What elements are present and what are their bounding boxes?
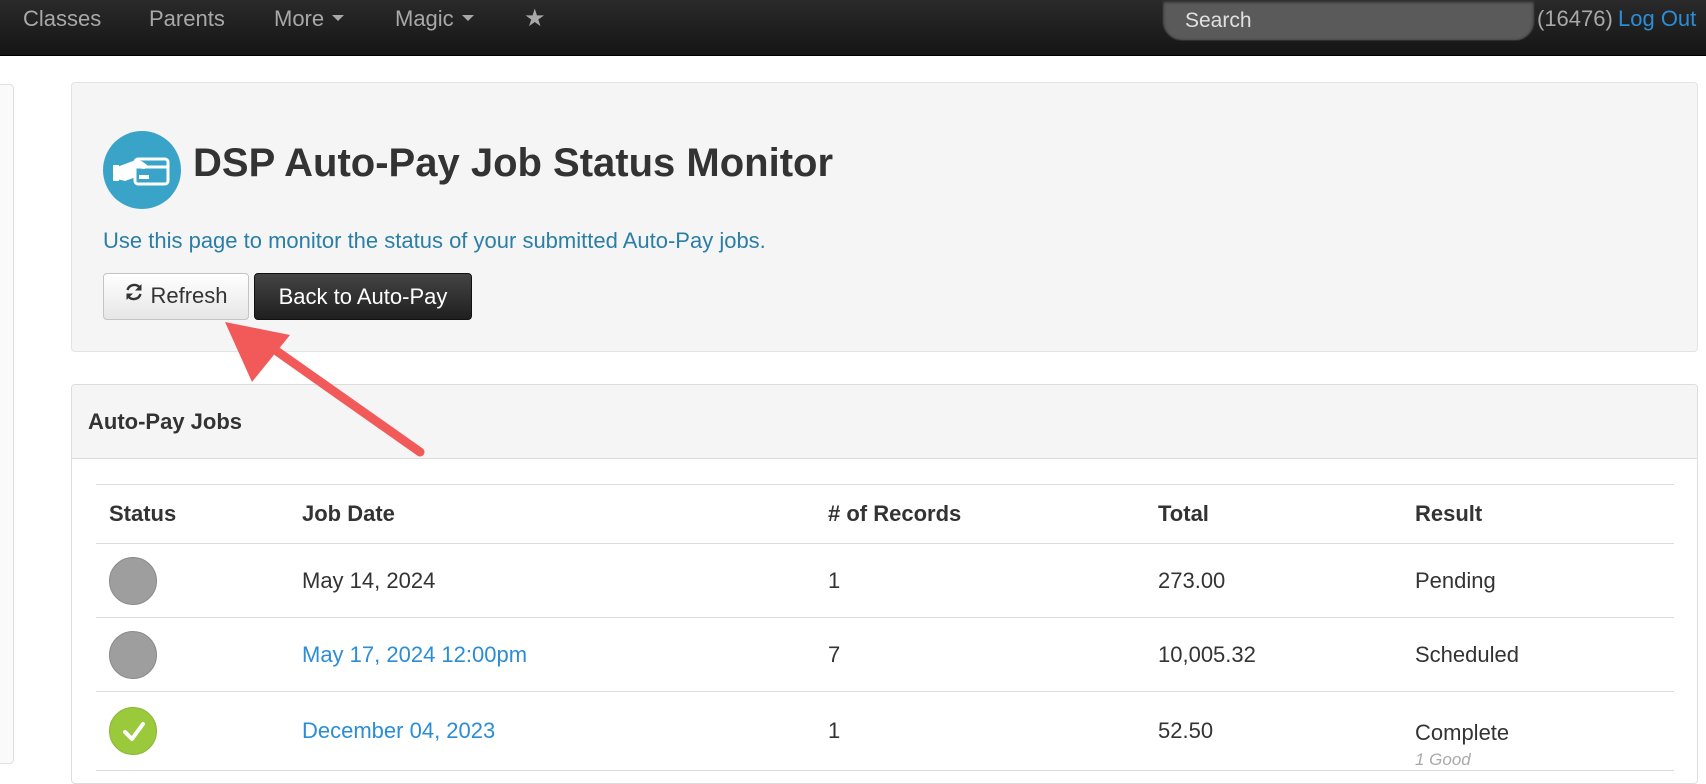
records-cell: 1 [815,691,1145,771]
status-scheduled-icon [109,630,157,679]
column-header-records: # of Records [815,484,1145,544]
refresh-button[interactable]: Refresh [103,273,249,320]
page-title: DSP Auto-Pay Job Status Monitor [193,141,834,185]
column-header-status: Status [96,484,289,544]
auto-pay-jobs-panel: Auto-Pay Jobs Status Job Date # of Recor… [71,384,1698,784]
back-button-label: Back to Auto-Pay [278,283,448,309]
logout-link[interactable]: Log Out [1618,0,1696,38]
sidebar [0,84,14,764]
nav-item-parents[interactable]: Parents [149,0,225,40]
star-icon[interactable]: ★ [524,0,546,40]
total-cell: 273.00 [1145,543,1402,618]
table-header-row: Status Job Date # of Records Total Resul… [96,484,1674,544]
column-header-result: Result [1402,484,1674,544]
page-header: DSP Auto-Pay Job Status Monitor Use this… [71,82,1698,352]
job-date-cell: May 14, 2024 [289,543,815,618]
chevron-down-icon [461,15,474,22]
job-date-cell: May 17, 2024 12:00pm [289,617,815,692]
total-cell: 10,005.32 [1145,617,1402,692]
panel-heading: Auto-Pay Jobs [72,385,1697,459]
top-navbar: Classes Parents More Magic ★ (16476) Log… [0,0,1706,56]
jobs-table: Status Job Date # of Records Total Resul… [96,484,1674,771]
job-date-link[interactable]: December 04, 2023 [302,718,495,743]
status-pending-icon [109,556,157,605]
job-date-cell: December 04, 2023 [289,691,815,771]
nav-item-more[interactable]: More [274,0,345,40]
result-cell: Complete 1 Good [1402,691,1674,771]
result-cell: Pending [1402,543,1674,618]
job-date-link[interactable]: May 17, 2024 12:00pm [302,642,527,667]
result-detail: 1 Good [1415,750,1471,769]
status-cell [96,691,289,771]
total-cell: 52.50 [1145,691,1402,771]
refresh-icon [124,282,144,308]
user-id: (16476) [1537,6,1613,31]
table-row: May 17, 2024 12:00pm 7 10,005.32 Schedul… [96,617,1674,692]
nav-item-more-label: More [274,6,325,31]
refresh-button-label: Refresh [150,282,228,308]
nav-item-classes[interactable]: Classes [23,0,101,40]
result-label: Complete [1415,720,1510,745]
status-cell [96,543,289,618]
nav-item-magic-label: Magic [395,6,454,31]
result-cell: Scheduled [1402,617,1674,692]
status-complete-check-icon [109,707,157,755]
table-row: December 04, 2023 1 52.50 Complete 1 Goo… [96,691,1674,771]
chevron-down-icon [332,15,345,22]
records-cell: 7 [815,617,1145,692]
search-input[interactable] [1162,0,1535,41]
page-subtitle: Use this page to monitor the status of y… [103,228,766,253]
column-header-total: Total [1145,484,1402,544]
back-to-autopay-button[interactable]: Back to Auto-Pay [254,273,472,320]
status-cell [96,617,289,692]
payment-card-hand-icon [103,131,181,209]
records-cell: 1 [815,543,1145,618]
column-header-job-date: Job Date [289,484,815,544]
table-row: May 14, 2024 1 273.00 Pending [96,543,1674,618]
nav-item-magic[interactable]: Magic [395,0,474,40]
